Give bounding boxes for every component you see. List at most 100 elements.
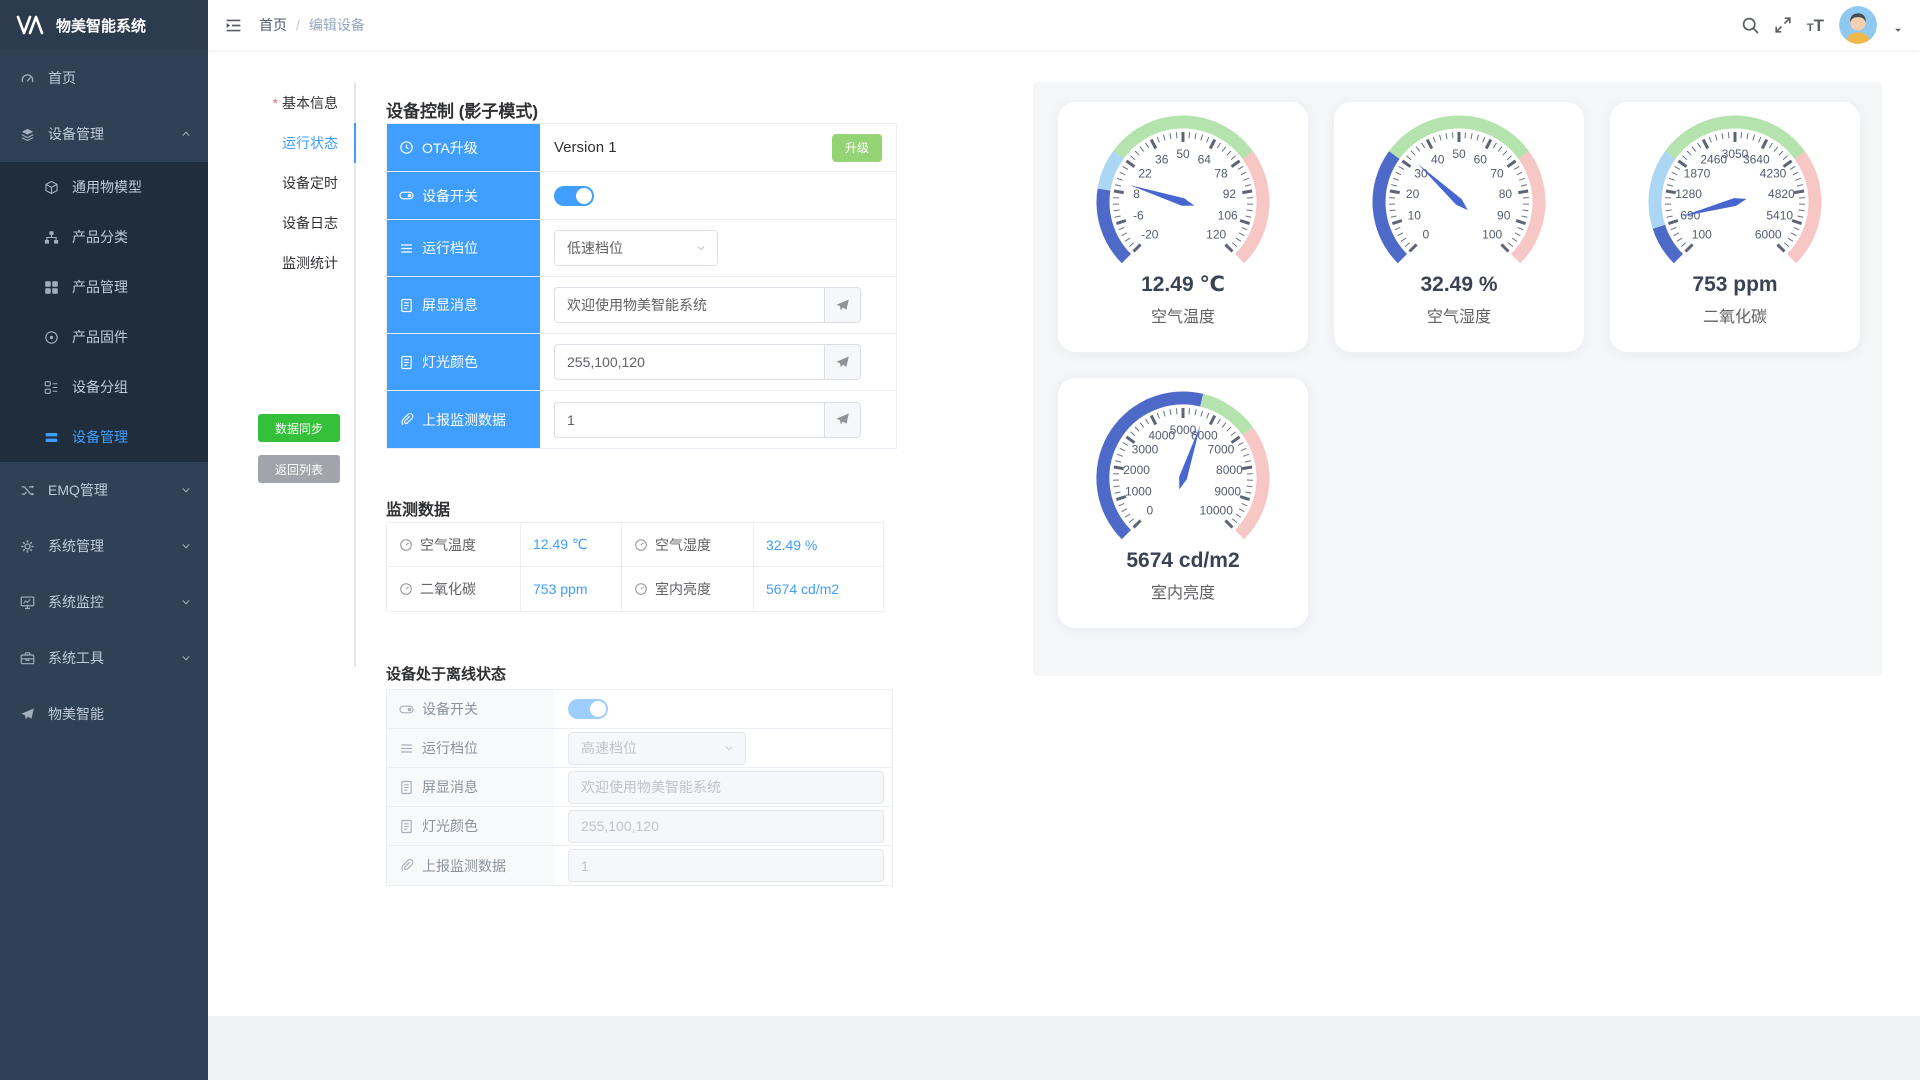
svg-text:100: 100 [1482, 227, 1502, 241]
sidebar-item-label: 设备管理 [48, 124, 104, 144]
svg-text:10000: 10000 [1200, 503, 1234, 517]
svg-text:106: 106 [1218, 209, 1238, 223]
monitor-table: 空气温度12.49 ℃空气湿度32.49 %二氧化碳753 ppm室内亮度567… [386, 522, 884, 612]
text-input[interactable]: 欢迎使用物美智能系统 [554, 287, 824, 323]
svg-text:3640: 3640 [1743, 152, 1770, 166]
send-icon [835, 298, 850, 313]
active-tab-bar [354, 123, 356, 163]
run-gear-select-disabled[interactable]: 高速档位 [568, 732, 746, 765]
sidebar-item-label: 首页 [48, 68, 76, 88]
sidebar-item-物美智能[interactable]: 物美智能 [0, 686, 208, 742]
breadcrumb-separator: / [296, 17, 300, 33]
svg-text:92: 92 [1223, 187, 1237, 201]
sidebar-item-系统管理[interactable]: 系统管理 [0, 518, 208, 574]
svg-text:6000: 6000 [1755, 227, 1782, 241]
run-gear-select[interactable]: 低速档位 [554, 230, 718, 266]
side-tab-监测统计[interactable]: 监测统计 [208, 243, 354, 283]
row-value: 255,100,120 [540, 334, 896, 390]
app-logo[interactable]: 物美智能系统 [0, 0, 208, 50]
row-value: 低速档位 [540, 220, 896, 276]
row-value: 欢迎使用物美智能系统 [554, 768, 892, 806]
device-switch-toggle[interactable] [554, 186, 594, 206]
text-input-disabled[interactable]: 1 [568, 849, 884, 882]
side-tab-运行状态[interactable]: 运行状态 [208, 123, 354, 163]
side-tab-设备定时[interactable]: 设备定时 [208, 163, 354, 203]
svg-text:1280: 1280 [1675, 187, 1702, 201]
upgrade-button[interactable]: 升级 [832, 134, 882, 162]
send-button[interactable] [824, 287, 861, 323]
sidebar-item-EMQ管理[interactable]: EMQ管理 [0, 462, 208, 518]
breadcrumb-home[interactable]: 首页 [259, 15, 287, 35]
gauge-card-室内亮度: 0100020003000400050006000700080009000100… [1057, 377, 1309, 629]
search-icon[interactable] [1741, 16, 1759, 34]
svg-text:50: 50 [1452, 147, 1466, 161]
back-to-list-button[interactable]: 返回列表 [258, 455, 340, 483]
monitor-title: 监测数据 [386, 496, 450, 520]
svg-text:20: 20 [1406, 187, 1420, 201]
grid-icon [44, 280, 59, 295]
side-tab-基本信息[interactable]: *基本信息 [208, 83, 354, 123]
send-icon [835, 355, 850, 370]
data-sync-button[interactable]: 数据同步 [258, 414, 340, 442]
font-size-icon[interactable]: TT [1807, 17, 1824, 34]
sidebar-subitem-通用物模型[interactable]: 通用物模型 [0, 162, 208, 212]
svg-text:3000: 3000 [1132, 443, 1159, 457]
sidebar-subitem-产品固件[interactable]: 产品固件 [0, 312, 208, 362]
gauge-value: 753 ppm [1692, 273, 1777, 296]
send-button[interactable] [824, 402, 861, 438]
svg-text:10: 10 [1408, 209, 1422, 223]
text-input-disabled[interactable]: 255,100,120 [568, 810, 884, 843]
row-label: OTA升级 [387, 124, 540, 171]
svg-text:70: 70 [1490, 167, 1504, 181]
gear-icon [20, 539, 35, 554]
text-input[interactable]: 255,100,120 [554, 344, 824, 380]
row-label: 屏显消息 [387, 768, 554, 806]
sidebar-item-系统监控[interactable]: 系统监控 [0, 574, 208, 630]
gauge-icon [399, 538, 413, 552]
device-switch-toggle-disabled[interactable] [568, 699, 608, 719]
sidebar-item-label: 系统监控 [48, 592, 104, 612]
chevron-down-icon [180, 540, 192, 552]
gauge-value: 32.49 % [1420, 273, 1497, 296]
power-icon [399, 188, 414, 203]
topbar: 首页 / 编辑设备 TT [208, 0, 1920, 50]
send-button[interactable] [824, 344, 861, 380]
sidebar-item-设备管理[interactable]: 设备管理 [0, 106, 208, 162]
sidebar-item-系统工具[interactable]: 系统工具 [0, 630, 208, 686]
row-label: 灯光颜色 [387, 807, 554, 845]
sidebar-subitem-设备管理[interactable]: 设备管理 [0, 412, 208, 462]
sidebar-subitem-label: 设备管理 [72, 427, 128, 447]
svg-text:80: 80 [1499, 187, 1513, 201]
sidebar-subitem-产品分类[interactable]: 产品分类 [0, 212, 208, 262]
row-value: 1 [554, 846, 892, 885]
shadow-panel-title: 设备控制 (影子模式) [386, 97, 538, 122]
fullscreen-icon[interactable] [1774, 16, 1792, 34]
row-value [554, 690, 892, 728]
text-input[interactable]: 1 [554, 402, 824, 438]
firmware-version: Version 1 [554, 139, 617, 156]
plane-icon [20, 707, 35, 722]
side-tab-label: 设备日志 [282, 213, 338, 233]
svg-text:30: 30 [1414, 167, 1428, 181]
svg-text:78: 78 [1214, 167, 1228, 181]
gauge-card-二氧化碳: 1006901280187024603050364042304820541060… [1609, 101, 1861, 353]
hamburger-icon[interactable] [224, 16, 243, 35]
sidebar: 物美智能系统 首页设备管理通用物模型产品分类产品管理产品固件设备分组设备管理EM… [0, 0, 208, 1080]
svg-text:100: 100 [1692, 227, 1712, 241]
side-tab-label: 基本信息 [282, 93, 338, 113]
svg-text:5410: 5410 [1766, 209, 1793, 223]
svg-text:-20: -20 [1141, 227, 1159, 241]
svg-text:120: 120 [1206, 227, 1226, 241]
caret-down-icon[interactable] [1892, 24, 1904, 36]
sidebar-item-首页[interactable]: 首页 [0, 50, 208, 106]
sidebar-subitem-设备分组[interactable]: 设备分组 [0, 362, 208, 412]
sidebar-subitem-产品管理[interactable]: 产品管理 [0, 262, 208, 312]
avatar[interactable] [1839, 6, 1877, 44]
side-tab-设备日志[interactable]: 设备日志 [208, 203, 354, 243]
chevron-down-icon [180, 596, 192, 608]
svg-text:22: 22 [1138, 167, 1152, 181]
offline-row: 设备开关 [387, 690, 892, 729]
text-input-disabled[interactable]: 欢迎使用物美智能系统 [568, 771, 884, 804]
sidebar-subitem-label: 产品分类 [72, 227, 128, 247]
row-label: 上报监测数据 [387, 391, 540, 448]
